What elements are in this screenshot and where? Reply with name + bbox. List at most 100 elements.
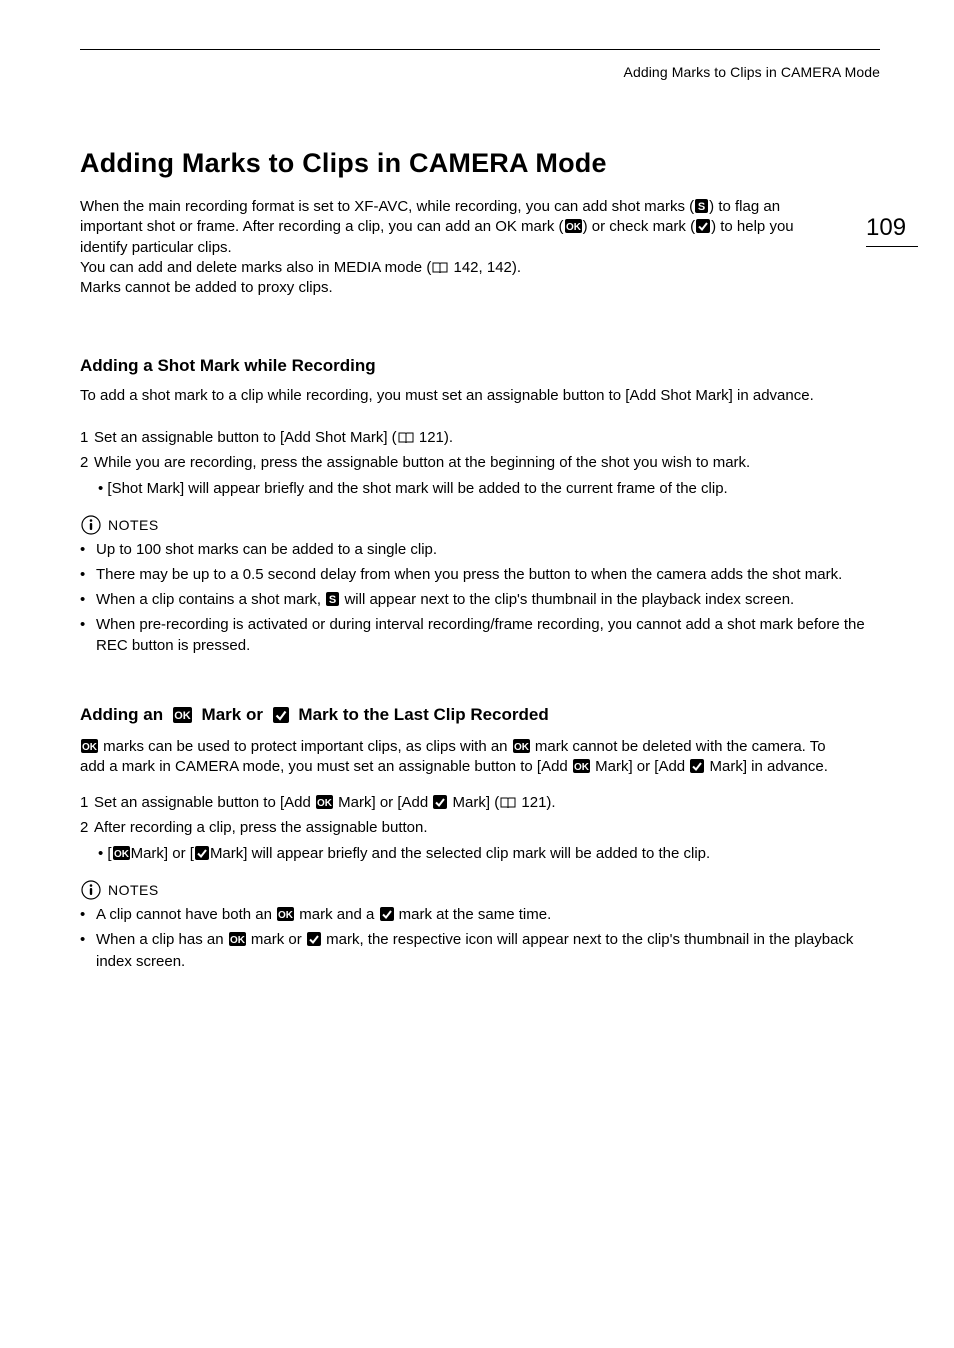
step-text: Mark] or [Add xyxy=(334,794,432,811)
notes-heading: NOTES xyxy=(80,515,880,535)
sub-text: Mark] will appear briefly and the select… xyxy=(210,845,710,862)
svg-text:OK: OK xyxy=(278,910,294,921)
shot-mark-icon: S xyxy=(695,199,708,213)
note-item: When a clip has an OK mark or mark, the … xyxy=(80,929,880,973)
note-text: A clip cannot have both an xyxy=(96,906,276,923)
svg-text:OK: OK xyxy=(230,935,246,946)
section-lead: To add a shot mark to a clip while recor… xyxy=(80,386,880,406)
svg-text:OK: OK xyxy=(317,798,333,809)
step-text: 121). xyxy=(415,429,453,446)
note-item: A clip cannot have both an OK mark and a… xyxy=(80,904,880,926)
page-title: Adding Marks to Clips in CAMERA Mode xyxy=(80,148,880,179)
intro-text: ) or check mark ( xyxy=(583,218,696,235)
heading-text: Adding an xyxy=(80,705,168,725)
svg-text:OK: OK xyxy=(174,710,191,722)
ok-mark-icon: OK xyxy=(229,932,246,946)
notes-label: NOTES xyxy=(108,882,159,898)
check-mark-icon xyxy=(433,795,447,809)
sub-text: [ xyxy=(107,845,111,862)
check-mark-icon xyxy=(307,932,321,946)
step-number: 1 xyxy=(80,427,94,450)
svg-text:S: S xyxy=(329,594,336,606)
ok-mark-icon: OK xyxy=(277,907,294,921)
step-text: While you are recording, press the assig… xyxy=(94,454,750,471)
step-sub-item: [Shot Mark] will appear briefly and the … xyxy=(98,478,880,500)
svg-text:OK: OK xyxy=(82,742,98,753)
step-text: Set an assignable button to [Add Shot Ma… xyxy=(94,429,397,446)
intro-paragraph: When the main recording format is set to… xyxy=(80,197,840,298)
svg-text:S: S xyxy=(698,201,705,213)
page-ref-icon xyxy=(432,262,448,274)
page-ref-icon xyxy=(398,432,414,444)
heading-text: Mark to the Last Clip Recorded xyxy=(294,705,549,725)
running-header: Adding Marks to Clips in CAMERA Mode xyxy=(624,64,880,80)
step-text: Mark] ( xyxy=(448,794,499,811)
check-mark-icon xyxy=(380,907,394,921)
section-paragraph: OK marks can be used to protect importan… xyxy=(80,737,840,778)
step-item: 1Set an assignable button to [Add Shot M… xyxy=(80,427,880,450)
step-text: After recording a clip, press the assign… xyxy=(94,819,428,836)
note-item: When a clip contains a shot mark, S will… xyxy=(80,589,880,611)
note-item: Up to 100 shot marks can be added to a s… xyxy=(80,539,880,561)
svg-text:OK: OK xyxy=(514,742,530,753)
intro-text: You can add and delete marks also in MED… xyxy=(80,259,431,276)
page-number: 109 xyxy=(866,214,918,247)
step-number: 2 xyxy=(80,817,94,840)
svg-text:OK: OK xyxy=(114,849,130,860)
step-text: 121). xyxy=(517,794,555,811)
svg-text:OK: OK xyxy=(566,222,582,233)
intro-text: When the main recording format is set to… xyxy=(80,198,694,215)
note-text: When a clip has an xyxy=(96,931,228,948)
section-heading: Adding a Shot Mark while Recording xyxy=(80,356,880,376)
step-text: Set an assignable button to [Add xyxy=(94,794,315,811)
step-item: 2After recording a clip, press the assig… xyxy=(80,817,880,840)
ok-mark-icon: OK xyxy=(173,707,192,723)
note-text: will appear next to the clip's thumbnail… xyxy=(340,591,794,608)
intro-text: ) to help you xyxy=(711,218,794,235)
para-text: Mark] in xyxy=(705,758,763,775)
info-icon xyxy=(81,880,101,900)
para-text: Mark] or [Add xyxy=(591,758,689,775)
step-number: 1 xyxy=(80,792,94,815)
notes-label: NOTES xyxy=(108,517,159,533)
ok-mark-icon: OK xyxy=(113,846,130,860)
page-ref-icon xyxy=(500,797,516,809)
ok-mark-icon: OK xyxy=(513,739,530,753)
intro-text: identify particular clips. xyxy=(80,239,232,256)
ok-mark-icon: OK xyxy=(316,795,333,809)
heading-text: Mark or xyxy=(197,705,268,725)
para-text: mark cannot be deleted with the camera. xyxy=(531,738,806,755)
intro-text: Marks cannot be added to proxy clips. xyxy=(80,278,840,298)
steps-list: 1Set an assignable button to [Add Shot M… xyxy=(80,427,880,500)
note-text: mark and a xyxy=(295,906,378,923)
check-mark-icon xyxy=(696,219,710,233)
ok-mark-icon: OK xyxy=(81,739,98,753)
notes-heading: NOTES xyxy=(80,880,880,900)
sub-text: Mark] or [ xyxy=(131,845,194,862)
notes-list: A clip cannot have both an OK mark and a… xyxy=(80,904,880,972)
para-text: advance. xyxy=(767,758,828,775)
intro-text: ) to flag an xyxy=(709,198,780,215)
intro-text: important shot or frame. After recording… xyxy=(80,218,564,235)
para-text: marks can be used to protect important c… xyxy=(99,738,512,755)
step-number: 2 xyxy=(80,452,94,475)
section-heading: Adding an OK Mark or Mark to the Last Cl… xyxy=(80,705,880,725)
step-item: 1Set an assignable button to [Add OK Mar… xyxy=(80,792,880,815)
note-text: mark at the same time. xyxy=(395,906,552,923)
note-item: There may be up to a 0.5 second delay fr… xyxy=(80,564,880,586)
notes-list: Up to 100 shot marks can be added to a s… xyxy=(80,539,880,657)
check-mark-icon xyxy=(690,759,704,773)
intro-text: 142, 142). xyxy=(449,259,521,276)
ok-mark-icon: OK xyxy=(565,219,582,233)
note-text: When a clip contains a shot mark, xyxy=(96,591,325,608)
steps-list: 1Set an assignable button to [Add OK Mar… xyxy=(80,792,880,865)
ok-mark-icon: OK xyxy=(573,759,590,773)
step-item: 2While you are recording, press the assi… xyxy=(80,452,880,475)
check-mark-icon xyxy=(195,846,209,860)
check-mark-icon xyxy=(273,707,289,723)
header-rule xyxy=(80,49,880,50)
step-sub-item: [OKMark] or [ Mark] will appear briefly a… xyxy=(98,843,880,865)
svg-text:OK: OK xyxy=(574,762,590,773)
info-icon xyxy=(81,515,101,535)
shot-mark-icon: S xyxy=(326,592,339,606)
